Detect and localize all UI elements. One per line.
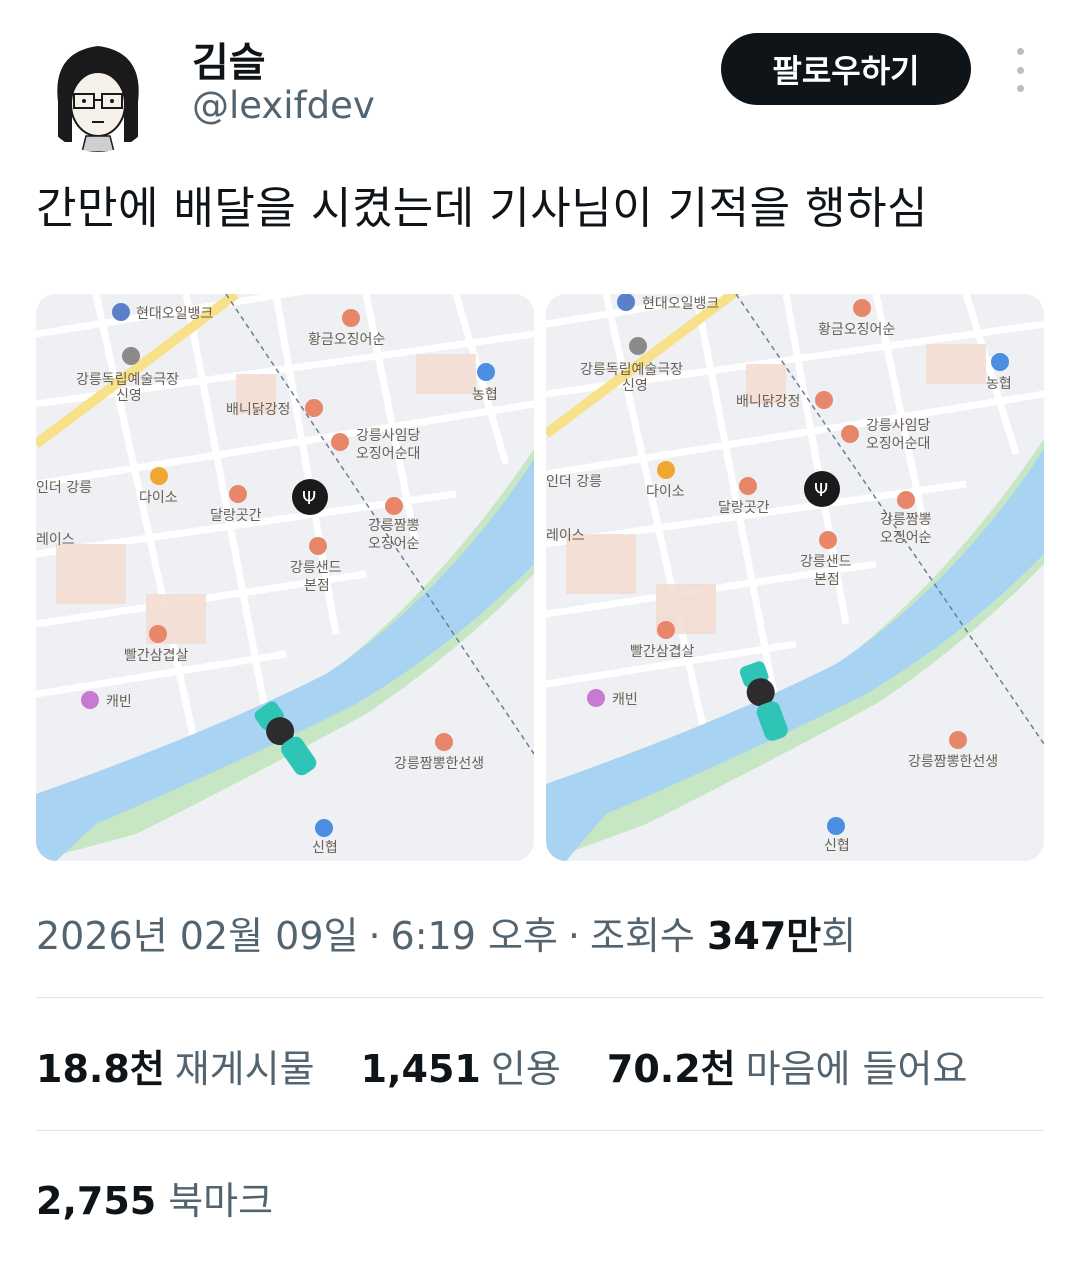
user-handle[interactable]: @lexifdev [192, 84, 375, 127]
map-label-daiso: 다이소 [139, 490, 178, 506]
bookmarks-label: 북마크 [168, 1179, 274, 1223]
map-label-sashimi-2: 오징어순대 [866, 436, 930, 452]
engagement-stats: 18.8천 재게시물 1,451 인용 70.2천 마음에 들어요 [36, 1038, 1001, 1093]
avatar-illustration [38, 32, 158, 152]
views-suffix: 회 [821, 914, 857, 958]
tweet-date[interactable]: 2026년 02월 09일 [36, 914, 358, 958]
tweet-header: 김슬 @lexifdev 팔로우하기 [0, 0, 1080, 152]
map-label-chicken: 배니닭강정 [226, 402, 290, 418]
map-label-squid: 황금오징어순 [308, 332, 385, 348]
map-label-squid: 황금오징어순 [818, 322, 895, 338]
svg-text:Ψ: Ψ [814, 480, 828, 501]
map-label-samgyeop: 빨간삼겹살 [124, 648, 189, 664]
map-label-daiso: 다이소 [646, 484, 685, 500]
map-label-cabin: 캐빈 [612, 692, 638, 708]
tweet-meta: 2026년 02월 09일 · 6:19 오후 · 조회수 347만회 [36, 905, 856, 960]
map-label-sand: 강릉샌드 [290, 560, 342, 576]
map-label-cinema-2: 신영 [622, 378, 648, 394]
likes-count: 70.2천 [606, 1047, 736, 1091]
map-label-jjamppong-2: 오징어순 [368, 536, 420, 552]
reposts-label: 재게시물 [174, 1047, 315, 1091]
meta-separator: · [567, 914, 580, 958]
map-label-sand-2: 본점 [814, 572, 840, 588]
divider [36, 1130, 1044, 1131]
bookmarks-count: 2,755 [36, 1179, 157, 1223]
views-count: 347만 [706, 914, 822, 958]
map-label-gas-station: 현대오일뱅크 [136, 306, 213, 322]
map-label-samgyeop: 빨간삼겹살 [630, 644, 695, 660]
map-label-left-edge-1: 인더 강릉 [546, 474, 602, 490]
avatar[interactable] [38, 32, 158, 152]
meta-separator: · [368, 914, 381, 958]
map-label-cinema: 강릉독립예술극장 [580, 362, 683, 378]
quotes-label: 인용 [490, 1047, 561, 1091]
map-label-jjamppong-2: 오징어순 [880, 530, 932, 546]
bookmarks-stat[interactable]: 2,755 북마크 [36, 1170, 273, 1225]
map-label-cabin: 캐빈 [106, 694, 132, 710]
map-label-sand: 강릉샌드 [800, 554, 852, 570]
map-label-gas-station: 현대오일뱅크 [642, 296, 719, 312]
likes-label: 마음에 들어요 [745, 1047, 968, 1091]
map-label-sashimi-2: 오징어순대 [356, 446, 420, 462]
tweet-time[interactable]: 6:19 오후 [391, 914, 558, 958]
tweet-image-1[interactable]: 현대오일뱅크 강릉독립예술극장 신영 황금오징어순 농협 배니닭강정 강릉사임당… [36, 294, 534, 861]
map-label-bank: 농협 [472, 387, 498, 403]
divider [36, 997, 1044, 998]
reposts-count: 18.8천 [36, 1047, 165, 1091]
svg-text:Ψ: Ψ [302, 488, 316, 509]
map-label-chicken: 배니닭강정 [736, 394, 800, 410]
map-label-jjamppong-2nd: 강릉짬뽕한선생 [394, 756, 484, 772]
map-label-left-edge-2: 레이스 [546, 528, 585, 544]
map-label-sashimi: 강릉사임당 [356, 428, 421, 444]
map-label-jjamppong-2nd: 강릉짬뽕한선생 [908, 754, 998, 770]
quotes-count: 1,451 [360, 1047, 481, 1091]
follow-button[interactable]: 팔로우하기 [721, 33, 971, 105]
map-label-dalrang: 달랑곳간 [718, 500, 770, 516]
map-label-jjamppong: 강릉짬뽕 [368, 518, 420, 534]
map-label-sand-2: 본점 [304, 578, 330, 594]
reposts-stat[interactable]: 18.8천 재게시물 [36, 1047, 315, 1091]
map-label-shinhan: 신협 [312, 840, 338, 856]
more-vertical-icon[interactable] [1008, 48, 1032, 92]
views-label: 조회수 [589, 914, 695, 958]
tweet-text: 간만에 배달을 시켰는데 기사님이 기적을 행하심 [36, 183, 929, 234]
map-label-cinema: 강릉독립예술극장 [76, 372, 179, 388]
likes-stat[interactable]: 70.2천 마음에 들어요 [607, 1047, 968, 1091]
map-label-cinema-2: 신영 [116, 388, 142, 404]
map-label-bank: 농협 [986, 376, 1012, 392]
map-label-left-edge-1: 인더 강릉 [36, 480, 92, 496]
map-image: 현대오일뱅크 강릉독립예술극장 신영 황금오징어순 농협 배니닭강정 강릉사임당… [546, 294, 1044, 861]
display-name[interactable]: 김슬 [192, 30, 266, 88]
map-label-sashimi: 강릉사임당 [866, 418, 931, 434]
quotes-stat[interactable]: 1,451 인용 [361, 1047, 561, 1091]
map-image: 현대오일뱅크 강릉독립예술극장 신영 황금오징어순 농협 배니닭강정 강릉사임당… [36, 294, 534, 861]
map-label-shinhan: 신협 [824, 838, 850, 854]
map-label-left-edge-2: 레이스 [36, 532, 75, 548]
map-label-dalrang: 달랑곳간 [210, 508, 262, 524]
map-label-jjamppong: 강릉짬뽕 [880, 512, 932, 528]
tweet-image-2[interactable]: 현대오일뱅크 강릉독립예술극장 신영 황금오징어순 농협 배니닭강정 강릉사임당… [546, 294, 1044, 861]
